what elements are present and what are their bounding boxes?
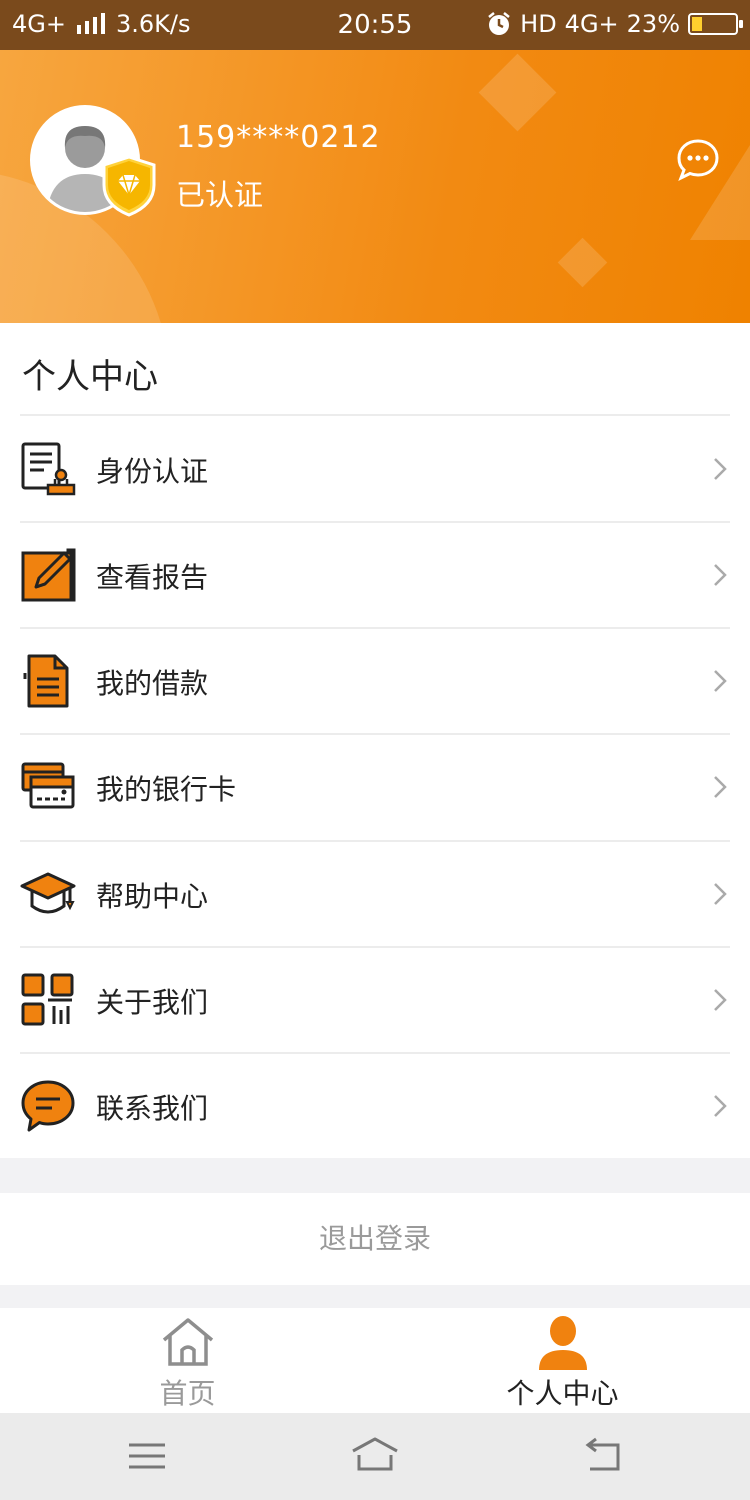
home-icon (162, 1318, 213, 1366)
battery-percent: 23% (626, 10, 680, 38)
decor-diamond-small (557, 237, 608, 288)
verification-status: 已认证 (176, 178, 264, 212)
id-document-icon (21, 442, 76, 496)
status-bar: 4G+ 3.6K/s 20:55 HD 4G+ 23% (0, 0, 750, 50)
chat-bubble-icon (21, 1080, 75, 1132)
menu-item-report[interactable]: 查看报告 (0, 522, 750, 628)
chevron-right-icon (714, 458, 727, 480)
menu-item-label: 查看报告 (96, 561, 209, 594)
message-icon[interactable] (676, 138, 720, 182)
menu-item-contact[interactable]: 联系我们 (0, 1053, 750, 1159)
section-title: 个人中心 (22, 357, 158, 397)
menu-item-label: 帮助中心 (96, 880, 209, 913)
menu-card: 个人中心 身份认证 查看报告 我的借款 我的银行卡 帮助中心 关于我们 联系我们 (0, 323, 750, 1158)
alarm-icon (488, 12, 510, 35)
edit-report-icon (21, 548, 76, 602)
user-phone: 159****0212 (176, 120, 381, 155)
chevron-right-icon (714, 1095, 727, 1117)
menu-item-label: 身份认证 (96, 455, 209, 488)
menu-item-label: 我的银行卡 (96, 773, 237, 806)
menu-item-label: 我的借款 (96, 667, 209, 700)
decor-diamond (478, 53, 557, 132)
home-nav-icon[interactable] (351, 1435, 399, 1477)
tab-profile[interactable]: 个人中心 (375, 1308, 750, 1413)
menu-icon[interactable] (123, 1435, 171, 1477)
system-nav-bar (0, 1413, 750, 1500)
verified-shield-icon (102, 155, 156, 217)
menu-item-bank-card[interactable]: 我的银行卡 (0, 734, 750, 840)
status-right: HD 4G+ 23% (486, 10, 743, 38)
battery-icon (688, 13, 743, 35)
bottom-tab-bar: 首页 个人中心 (0, 1308, 750, 1413)
profile-header: 159****0212 已认证 (0, 50, 750, 323)
chevron-right-icon (714, 670, 727, 692)
logout-button[interactable]: 退出登录 (0, 1193, 750, 1285)
menu-item-help[interactable]: 帮助中心 (0, 841, 750, 947)
loan-document-icon (23, 654, 69, 708)
menu-item-about[interactable]: 关于我们 (0, 947, 750, 1053)
network-indicator-2: 4G+ (564, 10, 619, 38)
menu-item-loans[interactable]: 我的借款 (0, 628, 750, 734)
qr-code-icon (21, 973, 74, 1026)
chevron-right-icon (714, 989, 727, 1011)
menu-item-label: 关于我们 (96, 986, 209, 1019)
tab-label: 个人中心 (506, 1377, 619, 1410)
chevron-right-icon (714, 564, 727, 586)
menu-item-label: 联系我们 (96, 1092, 209, 1125)
bank-card-icon (21, 762, 75, 809)
tab-label: 首页 (159, 1377, 216, 1410)
menu-item-identity[interactable]: 身份认证 (0, 416, 750, 522)
back-icon[interactable] (580, 1435, 628, 1477)
hd-indicator: HD (520, 10, 557, 38)
graduation-cap-icon (20, 872, 76, 914)
tab-home[interactable]: 首页 (0, 1308, 375, 1413)
chevron-right-icon (714, 776, 727, 798)
person-icon (538, 1316, 587, 1370)
chevron-right-icon (714, 883, 727, 905)
